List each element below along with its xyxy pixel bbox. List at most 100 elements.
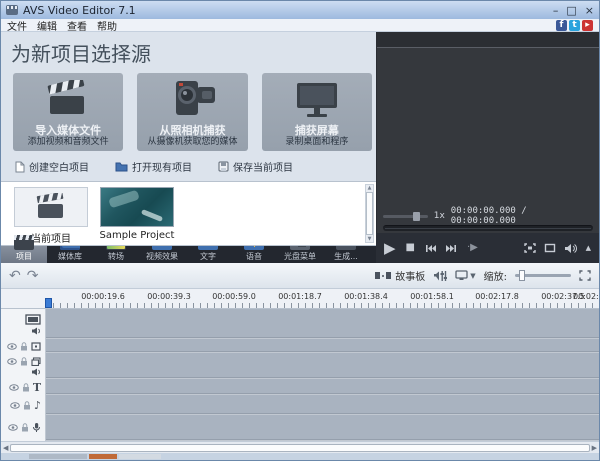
ruler-tick: 00:01:58.1 xyxy=(410,292,454,301)
text-track-header[interactable]: T xyxy=(1,379,45,395)
project-label: Sample Project xyxy=(99,230,175,241)
twitter-icon[interactable]: t xyxy=(569,19,580,31)
import-media-button[interactable]: 导入媒体文件 添加视频和音频文件 xyxy=(13,73,124,151)
speaker-icon xyxy=(32,327,40,334)
audio-mixer-icon[interactable] xyxy=(433,270,448,282)
timeline-ruler[interactable]: 00:00:19.6 00:00:39.3 00:00:59.0 00:01:1… xyxy=(1,289,599,309)
scroll-down-arrow-icon[interactable]: ▼ xyxy=(368,236,372,242)
menu-edit[interactable]: 编辑 xyxy=(37,18,57,33)
overlay-track-header[interactable] xyxy=(1,339,45,353)
film-icon xyxy=(25,313,41,325)
lock-icon[interactable] xyxy=(21,422,29,432)
source-button-title: 从照相机捕获 xyxy=(159,124,226,138)
timeline-tracks-area[interactable] xyxy=(46,309,599,441)
maximize-button[interactable]: □ xyxy=(566,5,576,16)
skip-back-icon xyxy=(426,244,436,252)
eye-icon[interactable] xyxy=(8,423,18,431)
eye-icon[interactable] xyxy=(7,357,17,365)
recent-projects-panel: 当前项目 Sample Project ▲ ▼ xyxy=(1,181,376,246)
scroll-left-arrow-icon[interactable]: ◀ xyxy=(3,444,8,452)
underwater-thumbnail xyxy=(100,187,174,227)
overlay2-track-header[interactable] xyxy=(1,353,45,379)
app-window: AVS Video Editor 7.1 – □ × 文件 编辑 查看 帮助 f… xyxy=(0,0,600,461)
storyboard-toggle[interactable]: 故事板 xyxy=(375,268,425,283)
timeline-scrollbar[interactable]: ◀ ▶ xyxy=(1,441,599,453)
capture-screen-button[interactable]: 捕获屏幕 录制桌面和程序 xyxy=(261,73,372,151)
eye-icon[interactable] xyxy=(10,401,20,409)
video-track-lane[interactable] xyxy=(46,309,599,339)
close-button[interactable]: × xyxy=(585,5,594,16)
title-bar[interactable]: AVS Video Editor 7.1 – □ × xyxy=(1,1,599,19)
minimize-button[interactable]: – xyxy=(553,5,559,16)
overlay-icon xyxy=(31,341,41,351)
undo-button[interactable]: ↶ xyxy=(9,268,21,284)
audio-track-header[interactable]: ♪ xyxy=(1,395,45,415)
menu-file[interactable]: 文件 xyxy=(7,18,27,33)
audio-track-lane[interactable] xyxy=(46,395,599,415)
fullscreen-icon[interactable] xyxy=(523,243,536,253)
text-track-lane[interactable] xyxy=(46,379,599,395)
screens-dropdown[interactable]: ▼ xyxy=(455,270,476,281)
timeline-toolbar: ↶ ↷ 故事板 ▼ 缩放: xyxy=(1,263,599,289)
facebook-icon[interactable]: f xyxy=(556,19,567,31)
volume-icon[interactable] xyxy=(564,243,578,254)
scroll-up-arrow-icon[interactable]: ▲ xyxy=(368,185,372,191)
eye-icon[interactable] xyxy=(9,383,19,391)
lock-icon[interactable] xyxy=(23,400,31,410)
aspect-ratio-icon[interactable] xyxy=(544,243,556,253)
voice-track-lane[interactable] xyxy=(46,415,599,441)
create-blank-project-link[interactable]: 创建空白项目 xyxy=(15,159,89,174)
video-track-header[interactable] xyxy=(1,309,45,339)
seek-bar[interactable] xyxy=(377,223,599,233)
open-folder-icon xyxy=(115,162,128,172)
menu-bar: 文件 编辑 查看 帮助 f t ▸ xyxy=(1,18,599,33)
step-button[interactable]: ·▶ xyxy=(467,243,478,253)
preview-screen[interactable] xyxy=(377,48,599,209)
overlay-track-lane[interactable] xyxy=(46,339,599,353)
projects-scrollbar[interactable]: ▲ ▼ xyxy=(365,184,374,243)
lock-icon[interactable] xyxy=(20,356,28,366)
playback-speed-slider[interactable] xyxy=(383,211,428,221)
save-icon xyxy=(218,161,229,172)
speed-label: 1x xyxy=(433,211,445,221)
menu-view[interactable]: 查看 xyxy=(67,18,87,33)
playhead-marker[interactable] xyxy=(45,298,52,308)
source-button-subtitle: 录制桌面和程序 xyxy=(285,137,349,148)
ruler-tick-marks xyxy=(46,303,599,308)
track-header-column: T ♪ xyxy=(1,309,46,441)
stop-button[interactable]: ■ xyxy=(406,243,415,253)
scrollbar-thumb[interactable] xyxy=(10,443,590,452)
camcorder-icon xyxy=(164,73,220,124)
eye-icon[interactable] xyxy=(7,342,17,350)
copy-icon xyxy=(31,356,41,366)
open-project-link[interactable]: 打开现有项目 xyxy=(115,159,192,174)
lock-icon[interactable] xyxy=(20,341,28,351)
volume-expand-icon[interactable]: ▲ xyxy=(586,244,591,252)
ruler-tick: 00:02:17.8 xyxy=(475,292,519,301)
voice-track-header[interactable] xyxy=(1,415,45,439)
music-note-icon: ♪ xyxy=(33,398,41,412)
overlay2-track-lane[interactable] xyxy=(46,353,599,379)
clapperboard-icon xyxy=(42,73,94,124)
youtube-icon[interactable]: ▸ xyxy=(582,19,593,31)
taskbar-fragment xyxy=(119,454,161,459)
clapperboard-icon xyxy=(14,187,88,227)
scrollbar-thumb[interactable] xyxy=(366,192,373,235)
capture-camera-button[interactable]: 从照相机捕获 从摄像机获取您的媒体 xyxy=(137,73,248,151)
save-project-link[interactable]: 保存当前项目 xyxy=(218,159,293,174)
next-frame-button[interactable] xyxy=(446,244,457,253)
taskbar-fragment xyxy=(29,454,87,459)
play-button[interactable]: ▶ xyxy=(384,240,396,256)
timeline-zoom-slider[interactable] xyxy=(515,270,571,281)
lock-icon[interactable] xyxy=(22,382,30,392)
monitor-icon xyxy=(291,73,343,124)
taskbar-fragment xyxy=(89,454,117,459)
fit-timeline-icon[interactable] xyxy=(579,270,591,281)
window-title: AVS Video Editor 7.1 xyxy=(23,3,136,17)
ruler-tick: 00:02:57 xyxy=(573,292,599,301)
scroll-right-arrow-icon[interactable]: ▶ xyxy=(592,444,597,452)
previous-frame-button[interactable] xyxy=(425,244,436,253)
menu-help[interactable]: 帮助 xyxy=(97,18,117,33)
sample-project-item[interactable]: Sample Project xyxy=(99,187,175,245)
redo-button[interactable]: ↷ xyxy=(27,268,39,284)
